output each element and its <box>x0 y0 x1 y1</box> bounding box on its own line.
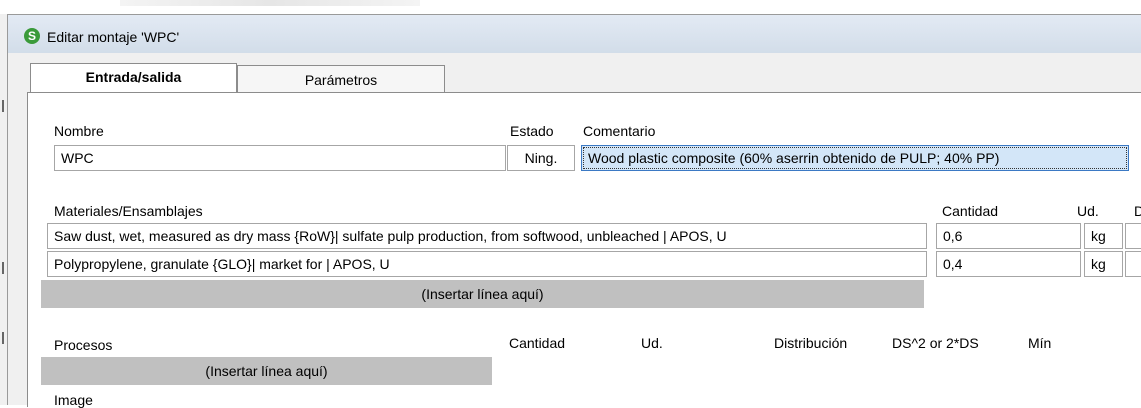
material-row-2-name[interactable]: Polypropylene, granulate {GLO}| market f… <box>47 251 927 277</box>
material-row-1-unit[interactable]: kg <box>1084 223 1123 249</box>
material-row-1-name[interactable]: Saw dust, wet, measured as dry mass {RoW… <box>47 223 927 249</box>
tab-parametros[interactable]: Parámetros <box>237 65 445 93</box>
processes-col-ud: Ud. <box>641 335 663 351</box>
edge-mark <box>2 100 4 112</box>
material-row-2-amount[interactable]: 0,4 <box>936 251 1081 277</box>
edge-mark <box>2 262 4 274</box>
background-window-strip <box>0 0 1141 14</box>
processes-section-label: Procesos <box>54 337 113 353</box>
window-title: Editar montaje 'WPC' <box>47 29 180 45</box>
background-window-edge <box>0 14 7 405</box>
edge-mark <box>2 332 4 344</box>
processes-col-min: Mín <box>1028 335 1052 351</box>
processes-insert-line-button[interactable]: (Insertar línea aquí) <box>41 357 492 385</box>
estado-field[interactable]: Ning. <box>507 145 575 171</box>
comentario-label: Comentario <box>583 123 656 139</box>
tab-panel-entrada-salida: Nombre WPC Estado Ning. Comentario Wood … <box>27 92 1141 408</box>
materials-col-ud: Ud. <box>1077 203 1099 219</box>
nombre-label: Nombre <box>54 123 104 139</box>
nombre-field[interactable]: WPC <box>54 145 506 171</box>
processes-col-cantidad: Cantidad <box>509 335 566 351</box>
estado-label: Estado <box>510 123 554 139</box>
materials-insert-line-button[interactable]: (Insertar línea aquí) <box>41 280 924 308</box>
image-section-label: Image <box>54 392 93 408</box>
material-row-1-dist-partial[interactable] <box>1125 223 1141 249</box>
edit-assembly-dialog: S Editar montaje 'WPC' Entrada/salida Pa… <box>7 14 1141 408</box>
title-bar[interactable]: S Editar montaje 'WPC' <box>8 15 1141 53</box>
material-row-2-dist-partial[interactable] <box>1125 251 1141 277</box>
tab-entrada-salida[interactable]: Entrada/salida <box>30 63 237 92</box>
comentario-field[interactable]: Wood plastic composite (60% aserrin obte… <box>581 145 1129 171</box>
material-row-2-unit[interactable]: kg <box>1084 251 1123 277</box>
materials-section-label: Materiales/Ensamblajes <box>54 203 203 219</box>
processes-col-distribucion: Distribución <box>774 335 848 351</box>
materials-col-distribucion-partial: D <box>1134 203 1141 219</box>
material-row-1-amount[interactable]: 0,6 <box>936 223 1081 249</box>
background-blurred-text <box>120 0 420 6</box>
materials-col-cantidad: Cantidad <box>942 203 999 219</box>
processes-col-ds: DS^2 or 2*DS <box>892 335 979 351</box>
simapro-app-icon: S <box>24 28 40 44</box>
